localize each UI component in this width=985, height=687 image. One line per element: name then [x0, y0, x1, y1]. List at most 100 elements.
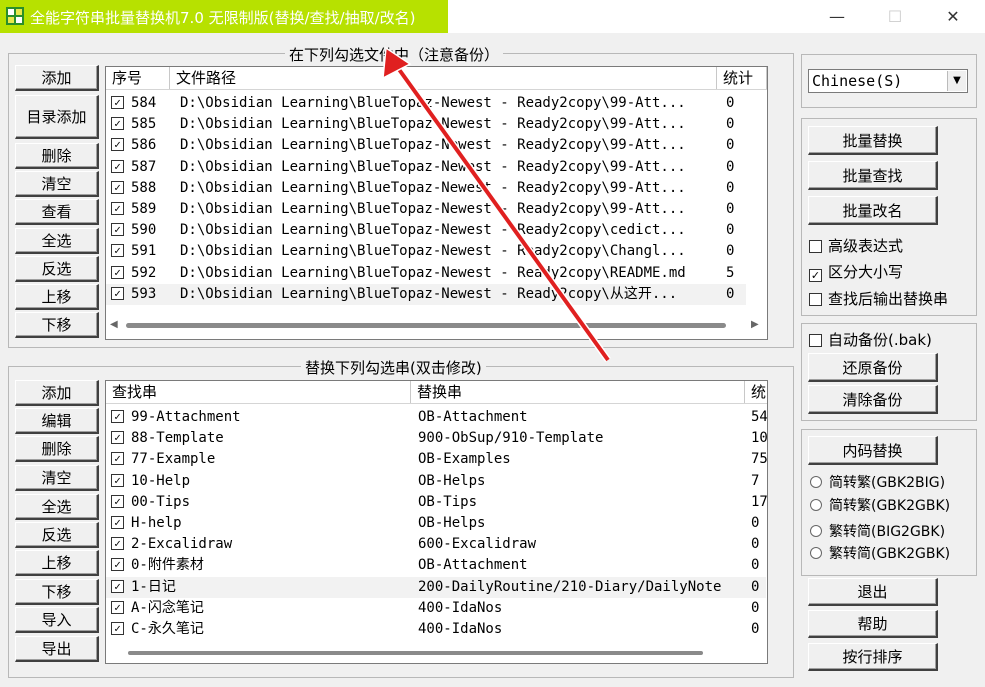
- replace-row[interactable]: ✓ H-help OB-Helps 0: [106, 513, 766, 534]
- row-checkbox[interactable]: ✓: [111, 180, 124, 194]
- pair-move-up-button[interactable]: 上移: [15, 550, 99, 576]
- file-delete-button[interactable]: 删除: [15, 143, 99, 169]
- radio-circle-icon[interactable]: [810, 547, 822, 559]
- row-checkbox[interactable]: ✓: [111, 452, 124, 466]
- regex-option[interactable]: 高级表达式: [809, 237, 903, 255]
- radio-gbk2gbk-simp[interactable]: 繁转简(GBK2GBK): [810, 545, 950, 563]
- radio-circle-icon[interactable]: [810, 499, 822, 511]
- row-checkbox[interactable]: ✓: [111, 537, 124, 551]
- file-row[interactable]: ✓ 591 D:\Obsidian Learning\BlueTopaz-Newes…: [106, 241, 746, 262]
- sort-lines-button[interactable]: 按行排序: [808, 643, 938, 671]
- file-invert-button[interactable]: 反选: [15, 256, 99, 282]
- row-checkbox[interactable]: ✓: [111, 223, 124, 237]
- file-view-button[interactable]: 查看: [15, 199, 99, 225]
- row-checkbox[interactable]: ✓: [111, 117, 124, 131]
- case-sensitive-checkbox[interactable]: ✓: [809, 269, 822, 282]
- replace-row[interactable]: ✓ 10-Help OB-Helps 7: [106, 471, 766, 492]
- batch-rename-button[interactable]: 批量改名: [808, 196, 938, 225]
- replace-row[interactable]: ✓ 99-Attachment OB-Attachment 54: [106, 407, 767, 428]
- replace-list[interactable]: 查找串 替换串 统 ✓ 99-Attachment OB-Attachment 54 ✓…: [105, 380, 768, 664]
- row-checkbox[interactable]: ✓: [111, 138, 124, 152]
- file-add-button[interactable]: 添加: [15, 65, 99, 91]
- file-row[interactable]: ✓ 585 D:\Obsidian Learning\BlueTopaz-Newes…: [106, 114, 746, 135]
- col-replace[interactable]: 替换串: [411, 381, 745, 403]
- file-hscroll-thumb[interactable]: [126, 323, 726, 328]
- restore-backup-button[interactable]: 还原备份: [808, 353, 938, 382]
- close-button[interactable]: ✕: [928, 0, 978, 33]
- file-row[interactable]: ✓ 590 D:\Obsidian Learning\BlueTopaz-Newes…: [106, 220, 746, 241]
- row-checkbox[interactable]: ✓: [111, 202, 124, 215]
- file-row[interactable]: ✓ 587 D:\Obsidian Learning\BlueTopaz-Newes…: [106, 157, 746, 178]
- file-select-all-button[interactable]: 全选: [15, 228, 99, 254]
- clear-backup-button[interactable]: 清除备份: [808, 385, 938, 414]
- row-checkbox[interactable]: ✓: [111, 431, 124, 445]
- help-button[interactable]: 帮助: [808, 610, 938, 638]
- language-select[interactable]: Chinese(S) ▼: [808, 69, 968, 93]
- radio-big2gbk[interactable]: 繁转简(BIG2GBK): [810, 523, 945, 541]
- maximize-button[interactable]: ☐: [870, 0, 920, 33]
- col-path[interactable]: 文件路径: [170, 67, 717, 89]
- file-row[interactable]: ✓ 584 D:\Obsidian Learning\BlueTopaz-Newes…: [106, 93, 746, 114]
- minimize-button[interactable]: —: [812, 0, 862, 33]
- row-checkbox[interactable]: ✓: [111, 516, 124, 529]
- output-replace-option[interactable]: 查找后输出替换串: [809, 290, 948, 308]
- replace-row[interactable]: ✓ 77-Example OB-Examples 75: [106, 449, 767, 470]
- radio-circle-icon[interactable]: [810, 476, 822, 488]
- scroll-right-arrow-icon[interactable]: ▶: [751, 319, 759, 330]
- pair-add-button[interactable]: 添加: [15, 380, 99, 406]
- replace-row[interactable]: ✓ 00-Tips OB-Tips 17: [106, 492, 767, 513]
- row-checkbox[interactable]: ✓: [111, 579, 124, 593]
- row-checkbox[interactable]: ✓: [111, 600, 124, 614]
- replace-row[interactable]: ✓ 1-日记 200-DailyRoutine/210-Diary/DailyNot…: [106, 576, 766, 598]
- import-button[interactable]: 导入: [15, 607, 99, 633]
- col-pair-count[interactable]: 统: [745, 381, 767, 403]
- col-find[interactable]: 查找串: [106, 381, 411, 403]
- file-move-up-button[interactable]: 上移: [15, 284, 99, 310]
- file-row[interactable]: ✓ 593 D:\Obsidian Learning\BlueTopaz-Newes…: [106, 283, 746, 305]
- replace-row[interactable]: ✓ A-闪念笔记 400-IdaNos 0: [106, 598, 766, 619]
- auto-backup-option[interactable]: 自动备份(.bak): [809, 331, 932, 349]
- output-replace-checkbox[interactable]: [809, 293, 822, 306]
- col-count[interactable]: 统计: [717, 67, 767, 89]
- file-row[interactable]: ✓ 586 D:\Obsidian Learning\BlueTopaz-Newes…: [106, 135, 746, 156]
- file-row[interactable]: ✓ 589 D:\Obsidian Learning\BlueTopaz-Newes…: [106, 199, 746, 220]
- pair-delete-button[interactable]: 删除: [15, 436, 99, 462]
- pair-edit-button[interactable]: 编辑: [15, 408, 99, 434]
- row-checkbox[interactable]: ✓: [111, 265, 124, 279]
- file-row[interactable]: ✓ 588 D:\Obsidian Learning\BlueTopaz-Newes…: [106, 178, 746, 199]
- export-button[interactable]: 导出: [15, 636, 99, 662]
- pair-clear-button[interactable]: 清空: [15, 465, 99, 491]
- radio-gbk2big[interactable]: 简转繁(GBK2BIG): [810, 474, 945, 492]
- scroll-left-arrow-icon[interactable]: ◀: [110, 319, 118, 330]
- encoding-replace-button[interactable]: 内码替换: [808, 436, 938, 465]
- file-list[interactable]: 序号 文件路径 统计 ✓ 584 D:\Obsidian Learning\Blue…: [105, 66, 768, 340]
- pair-select-all-button[interactable]: 全选: [15, 494, 99, 520]
- file-clear-button[interactable]: 清空: [15, 171, 99, 197]
- replace-row[interactable]: ✓ C-永久笔记 400-IdaNos 0: [106, 619, 766, 640]
- regex-checkbox[interactable]: [809, 240, 822, 253]
- batch-replace-button[interactable]: 批量替换: [808, 126, 938, 155]
- row-checkbox[interactable]: ✓: [111, 410, 124, 423]
- dropdown-arrow-icon[interactable]: ▼: [947, 71, 966, 91]
- replace-hscroll-thumb[interactable]: [128, 651, 703, 655]
- col-number[interactable]: 序号: [106, 67, 170, 89]
- batch-find-button[interactable]: 批量查找: [808, 161, 938, 190]
- row-checkbox[interactable]: ✓: [111, 286, 124, 300]
- row-checkbox[interactable]: ✓: [111, 494, 124, 508]
- case-sensitive-option[interactable]: ✓ 区分大小写: [809, 263, 903, 282]
- replace-row[interactable]: ✓ 0-附件素材 OB-Attachment 0: [106, 555, 766, 576]
- row-checkbox[interactable]: ✓: [111, 473, 124, 487]
- row-checkbox[interactable]: ✓: [111, 244, 124, 258]
- dir-add-button[interactable]: 目录添加: [15, 95, 99, 139]
- radio-circle-icon[interactable]: [810, 525, 822, 537]
- row-checkbox[interactable]: ✓: [111, 622, 124, 635]
- replace-row[interactable]: ✓ 88-Template 900-ObSup/910-Template 10: [106, 428, 767, 449]
- exit-button[interactable]: 退出: [808, 578, 938, 606]
- auto-backup-checkbox[interactable]: [809, 334, 822, 347]
- row-checkbox[interactable]: ✓: [111, 159, 124, 173]
- replace-row[interactable]: ✓ 2-Excalidraw 600-Excalidraw 0: [106, 534, 766, 555]
- row-checkbox[interactable]: ✓: [111, 558, 124, 572]
- pair-invert-button[interactable]: 反选: [15, 522, 99, 548]
- radio-gbk2gbk-trad[interactable]: 简转繁(GBK2GBK): [810, 497, 950, 515]
- pair-move-down-button[interactable]: 下移: [15, 579, 99, 605]
